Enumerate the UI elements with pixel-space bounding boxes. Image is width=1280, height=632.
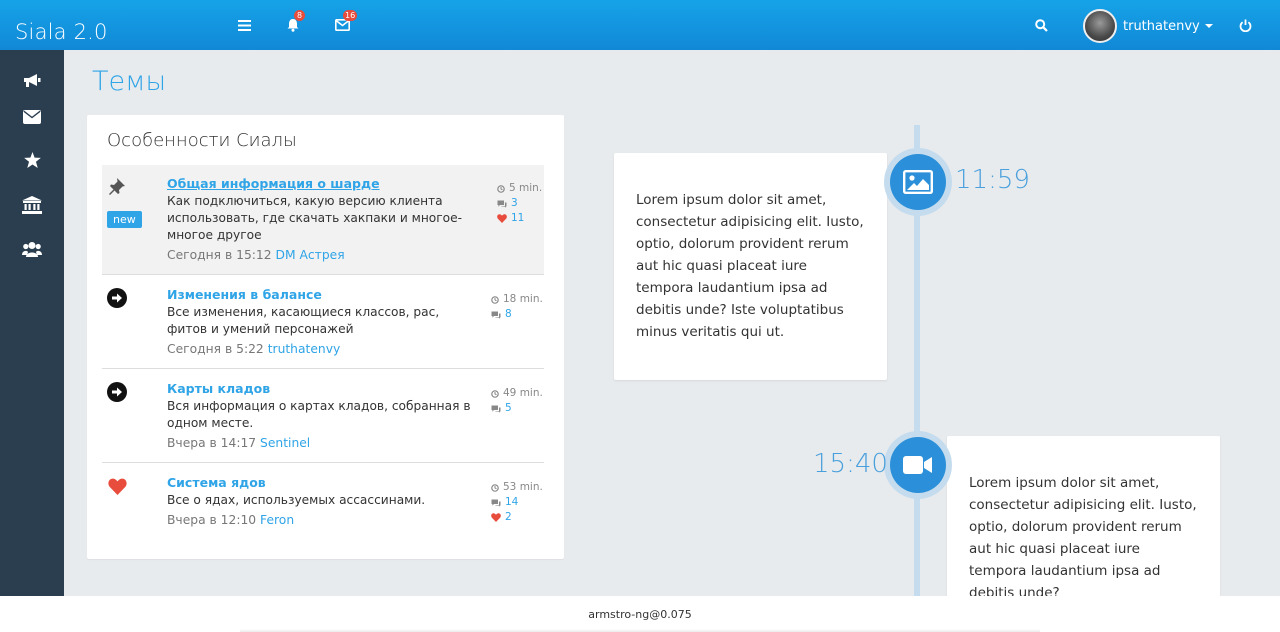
- timeline-time: 15:40: [813, 449, 888, 479]
- topic-stats: 5 min. 3 11: [497, 181, 551, 226]
- topic-row[interactable]: Изменения в балансе Все изменения, касаю…: [102, 275, 544, 369]
- picture-icon: [903, 170, 933, 194]
- top-navbar: Siala 2.0 8 16 truthatenvy: [0, 0, 1280, 50]
- heart-icon: [107, 476, 127, 496]
- comments-icon: [491, 311, 501, 319]
- timeline-badge: [884, 148, 952, 216]
- heart-icon: [497, 214, 507, 223]
- topic-date: Вчера в 14:17: [167, 436, 257, 450]
- likes-count[interactable]: 11: [511, 211, 524, 226]
- topic-title-link[interactable]: Изменения в балансе: [167, 287, 482, 302]
- topic-row[interactable]: Система ядов Все о ядах, используемых ас…: [102, 463, 544, 541]
- topics-panel: Особенности Сиалы new Общая информация о…: [87, 115, 564, 559]
- topic-author-link[interactable]: truthatenvy: [268, 342, 341, 356]
- clock-icon: [491, 483, 499, 492]
- timeline-badge: [884, 431, 952, 499]
- comments-count[interactable]: 3: [511, 196, 518, 211]
- footer-version: armstro-ng@0.075: [588, 608, 692, 621]
- users-icon: [22, 242, 42, 257]
- time-ago: 49 min.: [503, 387, 543, 399]
- timeline-card: Lorem ipsum dolor sit amet, consectetur …: [947, 436, 1220, 596]
- avatar[interactable]: [1083, 9, 1117, 43]
- sidebar-item-bank[interactable]: [20, 194, 44, 216]
- topic-meta: Вчера в 12:10 Feron: [167, 513, 482, 527]
- comments-icon: [491, 405, 501, 413]
- sidebar-item-users[interactable]: [20, 238, 44, 260]
- time-ago: 18 min.: [503, 293, 543, 305]
- power-icon[interactable]: [1234, 14, 1256, 36]
- time-ago: 5 min.: [509, 182, 543, 194]
- topic-stats: 53 min. 14 2: [491, 480, 545, 525]
- arrow-circle-right-icon: [107, 382, 127, 402]
- page-title: Темы: [92, 66, 167, 97]
- topic-description: Все изменения, касающиеся классов, рас, …: [167, 305, 440, 336]
- messages-count-badge: 16: [343, 10, 358, 21]
- timeline-text: Lorem ipsum dolor sit amet, consectetur …: [636, 192, 864, 340]
- panel-title: Особенности Сиалы: [107, 130, 297, 151]
- notifications-button[interactable]: 8: [282, 10, 305, 36]
- user-menu[interactable]: truthatenvy: [1083, 9, 1213, 43]
- user-name[interactable]: truthatenvy: [1123, 19, 1200, 34]
- sidebar-item-messages[interactable]: [20, 106, 44, 128]
- search-icon[interactable]: [1030, 14, 1052, 36]
- new-badge: new: [107, 211, 142, 228]
- topic-author-link[interactable]: DM Астрея: [276, 248, 345, 262]
- topic-date: Сегодня в 5:22: [167, 342, 264, 356]
- footer: armstro-ng@0.075: [0, 596, 1280, 632]
- video-camera-icon: [903, 456, 932, 474]
- arrow-circle-right-icon: [107, 288, 127, 308]
- topic-row[interactable]: Карты кладов Вся информация о картах кла…: [102, 369, 544, 463]
- timeline-time: 11:59: [955, 165, 1030, 195]
- topic-author-link[interactable]: Feron: [260, 513, 294, 527]
- topic-stats: 18 min. 8: [491, 292, 545, 322]
- sidebar: [0, 50, 64, 596]
- bullhorn-icon: [24, 74, 41, 87]
- topic-row[interactable]: new Общая информация о шарде Как подключ…: [102, 165, 544, 275]
- sidebar-item-announcements[interactable]: [20, 70, 44, 92]
- envelope-icon: [23, 110, 41, 124]
- brand-logo[interactable]: Siala 2.0: [15, 20, 108, 44]
- time-ago: 53 min.: [503, 481, 543, 493]
- timeline-text: Lorem ipsum dolor sit amet, consectetur …: [969, 475, 1197, 596]
- messages-button[interactable]: 16: [331, 10, 358, 36]
- topic-date: Вчера в 12:10: [167, 513, 257, 527]
- topic-stats: 49 min. 5: [491, 386, 545, 416]
- hamburger-icon[interactable]: [233, 14, 255, 36]
- topic-description: Вся информация о картах кладов, собранна…: [167, 399, 471, 430]
- topic-author-link[interactable]: Sentinel: [260, 436, 310, 450]
- topic-meta: Вчера в 14:17 Sentinel: [167, 436, 482, 450]
- topic-description: Как подключиться, какую версию клиента и…: [167, 194, 462, 242]
- timeline-card: Lorem ipsum dolor sit amet, consectetur …: [614, 153, 887, 380]
- comments-count[interactable]: 8: [505, 307, 512, 322]
- clock-icon: [491, 295, 499, 304]
- clock-icon: [497, 184, 505, 193]
- topic-meta: Сегодня в 5:22 truthatenvy: [167, 342, 482, 356]
- comments-count[interactable]: 5: [505, 401, 512, 416]
- topic-title-link[interactable]: Система ядов: [167, 475, 482, 490]
- clock-icon: [491, 389, 499, 398]
- heart-icon: [491, 513, 501, 522]
- topic-description: Все о ядах, используемых ассассинами.: [167, 493, 426, 507]
- comments-count[interactable]: 14: [505, 495, 518, 510]
- comments-icon: [497, 200, 507, 208]
- topic-meta: Сегодня в 15:12 DM Астрея: [167, 248, 482, 262]
- bank-icon: [22, 196, 42, 214]
- topic-title-link[interactable]: Карты кладов: [167, 381, 482, 396]
- topic-title-link[interactable]: Общая информация о шарде: [167, 176, 482, 191]
- comments-icon: [491, 499, 501, 507]
- chevron-down-icon[interactable]: [1204, 24, 1213, 28]
- topic-date: Сегодня в 15:12: [167, 248, 272, 262]
- pin-icon: [107, 176, 127, 196]
- likes-count[interactable]: 2: [505, 510, 512, 525]
- sidebar-item-favorites[interactable]: [20, 149, 44, 171]
- notifications-count-badge: 8: [294, 10, 305, 21]
- star-icon: [23, 152, 41, 168]
